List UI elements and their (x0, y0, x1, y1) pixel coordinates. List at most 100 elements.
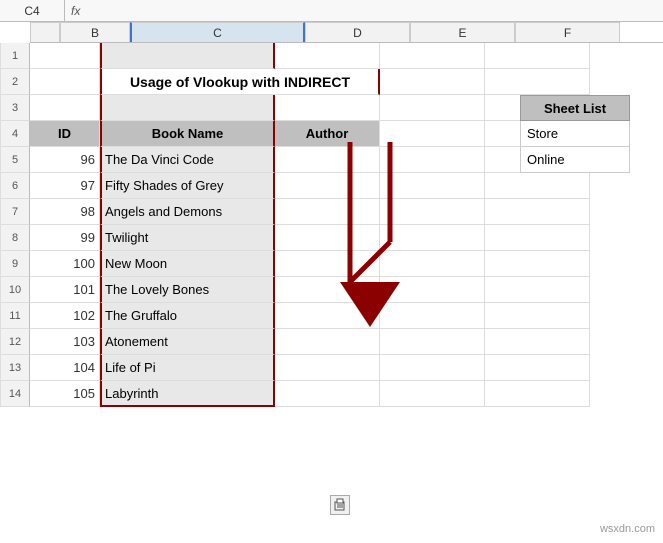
fx-label: fx (65, 4, 86, 18)
formula-bar: C4 fx (0, 0, 663, 22)
cell-b14[interactable]: 105 (30, 381, 100, 407)
cell-c5[interactable]: The Da Vinci Code (100, 147, 275, 173)
cell-b6[interactable]: 97 (30, 173, 100, 199)
cell-c4-header[interactable]: Book Name (100, 121, 275, 147)
cell-f7[interactable] (485, 199, 590, 225)
cell-d13[interactable] (275, 355, 380, 381)
cell-f6[interactable] (485, 173, 590, 199)
table-row: 2 Usage of Vlookup with INDIRECT (0, 69, 663, 95)
cell-e3[interactable] (380, 95, 485, 121)
cell-e1[interactable] (380, 43, 485, 69)
cell-f12[interactable] (485, 329, 590, 355)
table-row: 7 98 Angels and Demons (0, 199, 663, 225)
table-row: 6 97 Fifty Shades of Grey (0, 173, 663, 199)
cell-f10[interactable] (485, 277, 590, 303)
cell-c13[interactable]: Life of Pi (100, 355, 275, 381)
cell-e6[interactable] (380, 173, 485, 199)
table-row: 10 101 The Lovely Bones (0, 277, 663, 303)
cell-d8[interactable] (275, 225, 380, 251)
cell-d7[interactable] (275, 199, 380, 225)
table-row: 11 102 The Gruffalo (0, 303, 663, 329)
title-cell[interactable]: Usage of Vlookup with INDIRECT (100, 69, 380, 95)
sheet-list-box: Sheet List Store Online (520, 95, 630, 173)
row-num-8: 8 (0, 225, 30, 251)
cell-b10[interactable]: 101 (30, 277, 100, 303)
cell-f2[interactable] (485, 69, 590, 95)
cell-b11[interactable]: 102 (30, 303, 100, 329)
cell-c8[interactable]: Twilight (100, 225, 275, 251)
cell-f1[interactable] (485, 43, 590, 69)
cell-c14[interactable]: Labyrinth (100, 381, 275, 407)
cell-b9[interactable]: 100 (30, 251, 100, 277)
col-header-f[interactable]: F (515, 22, 620, 42)
cell-c11[interactable]: The Gruffalo (100, 303, 275, 329)
cell-b5[interactable]: 96 (30, 147, 100, 173)
cell-e13[interactable] (380, 355, 485, 381)
cell-f11[interactable] (485, 303, 590, 329)
cell-e4[interactable] (380, 121, 485, 147)
col-header-d[interactable]: D (305, 22, 410, 42)
cell-d9[interactable] (275, 251, 380, 277)
cell-b1[interactable] (30, 43, 100, 69)
cell-d4-header[interactable]: Author (275, 121, 380, 147)
cell-c9[interactable]: New Moon (100, 251, 275, 277)
cell-f13[interactable] (485, 355, 590, 381)
cell-f8[interactable] (485, 225, 590, 251)
row-num-3: 3 (0, 95, 30, 121)
cell-e11[interactable] (380, 303, 485, 329)
cell-b8[interactable]: 99 (30, 225, 100, 251)
cell-c10[interactable]: The Lovely Bones (100, 277, 275, 303)
table-row: 13 104 Life of Pi (0, 355, 663, 381)
cell-e8[interactable] (380, 225, 485, 251)
cell-c6[interactable]: Fifty Shades of Grey (100, 173, 275, 199)
cell-d1[interactable] (275, 43, 380, 69)
cell-f9[interactable] (485, 251, 590, 277)
table-row: 9 100 New Moon (0, 251, 663, 277)
cell-e2[interactable] (380, 69, 485, 95)
cell-c3[interactable] (100, 95, 275, 121)
cell-b4-header[interactable]: ID (30, 121, 100, 147)
row-num-13: 13 (0, 355, 30, 381)
cell-d14[interactable] (275, 381, 380, 407)
cell-d3[interactable] (275, 95, 380, 121)
cell-b13[interactable]: 104 (30, 355, 100, 381)
row-num-10: 10 (0, 277, 30, 303)
col-header-c[interactable]: C (130, 22, 305, 42)
sheet-list-item-store[interactable]: Store (520, 121, 630, 147)
cell-e5[interactable] (380, 147, 485, 173)
cell-c7[interactable]: Angels and Demons (100, 199, 275, 225)
cell-e7[interactable] (380, 199, 485, 225)
watermark: wsxdn.com (600, 523, 655, 535)
cell-c12[interactable]: Atonement (100, 329, 275, 355)
column-headers: B C D E F (30, 22, 663, 43)
col-header-b[interactable]: B (60, 22, 130, 42)
cell-d10[interactable] (275, 277, 380, 303)
name-box[interactable]: C4 (0, 0, 65, 22)
cell-b7[interactable]: 98 (30, 199, 100, 225)
row-num-2: 2 (0, 69, 30, 95)
col-header-e[interactable]: E (410, 22, 515, 42)
cell-f14[interactable] (485, 381, 590, 407)
paste-icon[interactable] (330, 495, 350, 515)
cell-d12[interactable] (275, 329, 380, 355)
row-num-4: 4 (0, 121, 30, 147)
cell-d11[interactable] (275, 303, 380, 329)
cell-b12[interactable]: 103 (30, 329, 100, 355)
col-header-a[interactable] (30, 22, 60, 42)
row-num-1: 1 (0, 43, 30, 69)
table-row: 14 105 Labyrinth (0, 381, 663, 407)
cell-b3[interactable] (30, 95, 100, 121)
sheet-list-item-online[interactable]: Online (520, 147, 630, 173)
row-num-12: 12 (0, 329, 30, 355)
cell-d5[interactable] (275, 147, 380, 173)
cell-b2[interactable] (30, 69, 100, 95)
cell-c1[interactable] (100, 43, 275, 69)
cell-e9[interactable] (380, 251, 485, 277)
table-row: 8 99 Twilight (0, 225, 663, 251)
sheet-list-header: Sheet List (520, 95, 630, 121)
cell-d6[interactable] (275, 173, 380, 199)
cell-e10[interactable] (380, 277, 485, 303)
cell-e12[interactable] (380, 329, 485, 355)
table-row: 12 103 Atonement (0, 329, 663, 355)
cell-e14[interactable] (380, 381, 485, 407)
